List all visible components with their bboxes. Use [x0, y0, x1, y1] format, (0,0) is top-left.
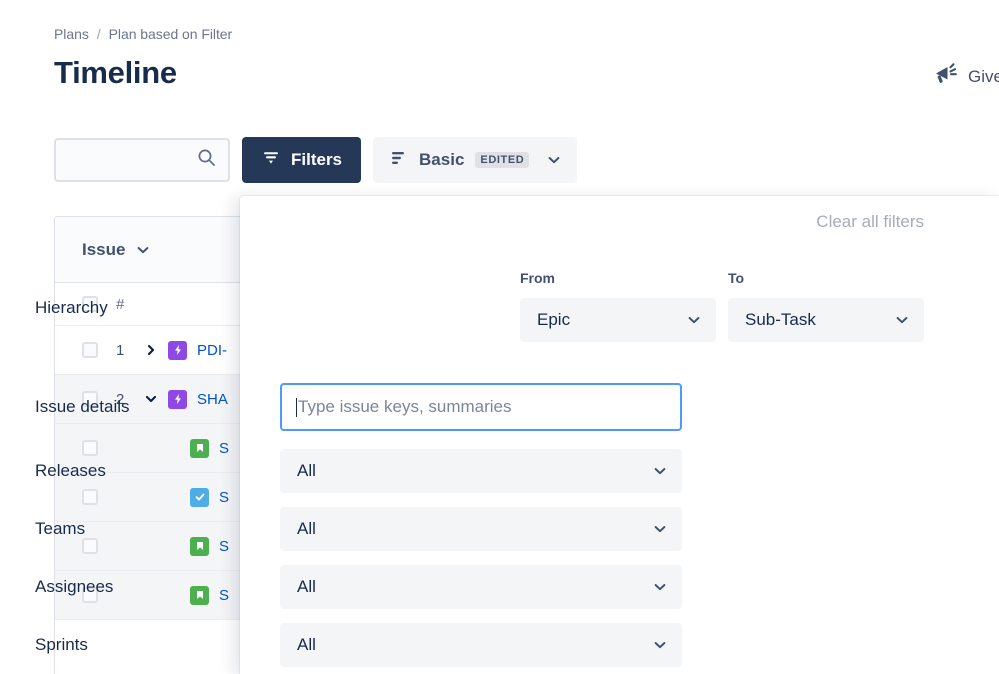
hierarchy-to-value: Sub-Task	[745, 310, 816, 329]
chevron-down-icon	[652, 521, 668, 537]
give-feedback-label: Give	[968, 66, 999, 86]
hierarchy-sublabels: From To	[520, 270, 744, 286]
view-settings-button[interactable]: Basic EDITED	[373, 137, 578, 183]
hierarchy-from-label: From	[520, 270, 555, 286]
issue-details-placeholder: Type issue keys, summaries	[298, 397, 512, 416]
filters-button-label: Filters	[291, 150, 343, 169]
sprints-select[interactable]: All	[280, 623, 682, 667]
teams-select[interactable]: All	[280, 507, 682, 551]
chevron-down-icon	[546, 152, 562, 168]
hierarchy-to-select[interactable]: Sub-Task	[728, 298, 924, 342]
assignees-select[interactable]: All	[280, 565, 682, 609]
filter-row-issue-details: Issue details Type issue keys, summaries	[35, 383, 725, 431]
hierarchy-from-select[interactable]: Epic	[520, 298, 716, 342]
releases-select[interactable]: All	[280, 449, 682, 493]
issue-key-link[interactable]: PDI-	[197, 342, 227, 359]
filter-row-sprints: Sprints All	[35, 623, 725, 667]
filter-row-assignees: Assignees All	[35, 565, 725, 609]
hierarchy-to-label: To	[728, 270, 745, 286]
search-box[interactable]	[54, 138, 230, 182]
assignees-label: Assignees	[35, 577, 114, 596]
view-settings-label: Basic	[419, 150, 465, 169]
view-settings-icon	[388, 148, 408, 173]
filters-button[interactable]: Filters	[242, 137, 362, 183]
table-column-issue[interactable]: Issue	[82, 240, 151, 260]
breadcrumb-plans-link[interactable]: Plans	[54, 26, 89, 42]
filter-row-releases: Releases All	[35, 449, 725, 493]
hierarchy-label: Hierarchy	[35, 298, 108, 317]
releases-value: All	[297, 461, 316, 480]
search-icon	[197, 148, 216, 172]
text-caret	[296, 397, 297, 417]
assignees-value: All	[297, 577, 316, 596]
hierarchy-selects: Epic Sub-Task	[520, 298, 924, 342]
issue-details-label: Issue details	[35, 397, 130, 416]
give-feedback-button[interactable]: Give	[933, 62, 999, 91]
breadcrumb: Plans / Plan based on Filter	[54, 26, 232, 42]
issue-type-epic-icon	[168, 340, 187, 360]
toolbar: Filters Basic EDITED	[54, 137, 578, 183]
sprints-label: Sprints	[35, 635, 88, 654]
chevron-down-icon	[652, 637, 668, 653]
clear-all-filters-button[interactable]: Clear all filters	[816, 212, 924, 232]
releases-label: Releases	[35, 461, 106, 480]
issue-details-input[interactable]: Type issue keys, summaries	[280, 383, 682, 431]
breadcrumb-separator: /	[96, 26, 101, 42]
row-checkbox[interactable]	[82, 342, 98, 358]
page-title: Timeline	[54, 55, 177, 90]
chevron-down-icon	[894, 312, 910, 328]
chevron-right-icon[interactable]	[144, 343, 158, 357]
megaphone-icon	[933, 62, 959, 91]
filter-row-teams: Teams All	[35, 507, 725, 551]
chevron-down-icon	[686, 312, 702, 328]
teams-label: Teams	[35, 519, 86, 538]
breadcrumb-current-link[interactable]: Plan based on Filter	[109, 26, 233, 42]
teams-value: All	[297, 519, 316, 538]
chevron-down-icon[interactable]	[135, 242, 151, 258]
chevron-down-icon	[652, 579, 668, 595]
search-input[interactable]	[68, 151, 198, 169]
row-number: 1	[116, 341, 125, 359]
hierarchy-from-value: Epic	[537, 310, 571, 329]
chevron-down-icon	[652, 463, 668, 479]
sprints-value: All	[297, 635, 316, 654]
edited-badge: EDITED	[475, 152, 530, 168]
filter-icon	[261, 148, 281, 173]
table-column-issue-label: Issue	[82, 239, 126, 259]
